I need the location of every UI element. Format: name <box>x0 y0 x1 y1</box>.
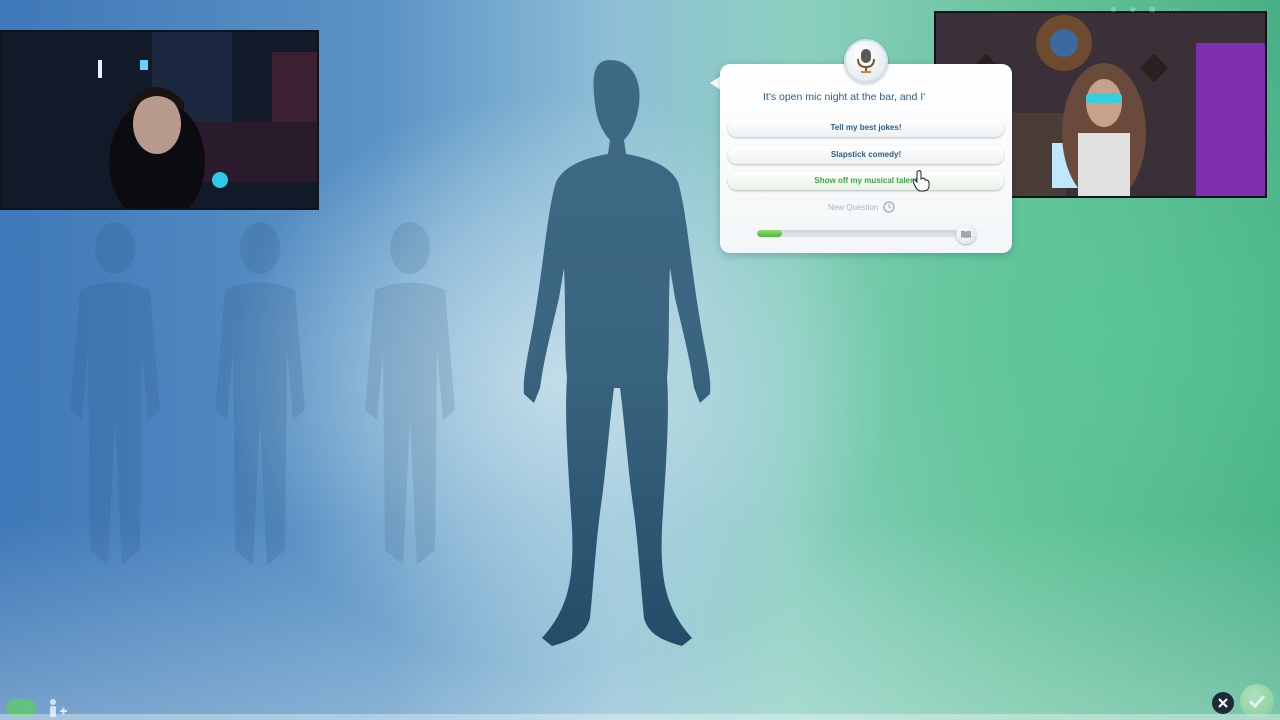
bottom-edge-bar <box>0 714 1280 720</box>
close-icon <box>1218 698 1228 708</box>
household-sim-silhouette-2 <box>215 222 305 565</box>
book-icon <box>956 224 976 244</box>
answer-button-2[interactable]: Slapstick comedy! <box>728 146 1004 164</box>
pin-icon: ● <box>1110 2 1118 16</box>
checkmark-icon <box>1248 694 1266 708</box>
sim-silhouette[interactable] <box>520 58 714 648</box>
gallery-icon: ■ <box>1148 2 1156 16</box>
household-sim-silhouette-1 <box>70 222 160 565</box>
new-question-button[interactable]: New Question <box>828 201 895 213</box>
top-toolbar-icons: ● ● ■ ⋯ <box>1110 2 1180 16</box>
household-sim-silhouette-3 <box>365 222 455 565</box>
microphone-icon <box>844 39 888 83</box>
quiz-progress-bar <box>757 230 963 237</box>
quiz-progress-fill <box>757 230 782 237</box>
webcam-left-scene <box>2 32 317 208</box>
refresh-icon <box>883 201 895 213</box>
menu-icon: ⋯ <box>1167 2 1180 16</box>
webcam-feed-left <box>0 30 319 210</box>
new-question-label: New Question <box>828 202 879 212</box>
confirm-button[interactable] <box>1240 684 1274 718</box>
close-button[interactable] <box>1212 692 1234 714</box>
answer-button-1[interactable]: Tell my best jokes! <box>728 119 1004 137</box>
hand-cursor-icon <box>912 170 930 192</box>
dialog-question-text: It's open mic night at the bar, and I' <box>763 91 926 103</box>
camera-icon: ● <box>1129 2 1137 16</box>
answer-button-3[interactable]: Show off my musical talent <box>728 172 1004 190</box>
